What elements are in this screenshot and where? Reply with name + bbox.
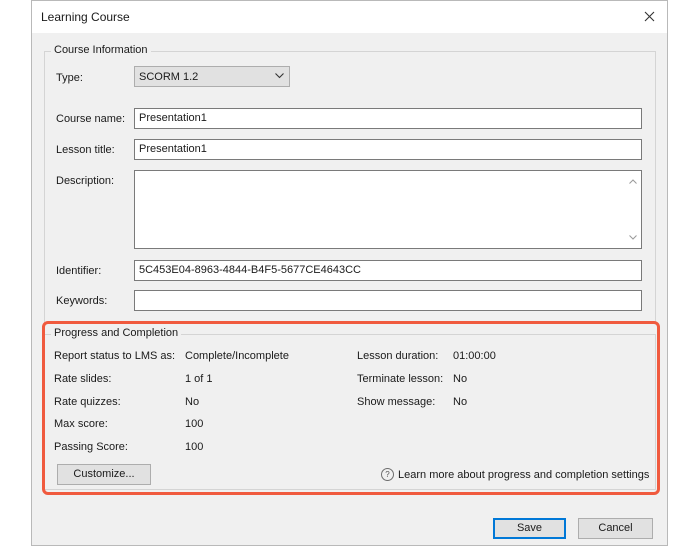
close-button[interactable] — [639, 6, 661, 28]
keywords-input[interactable] — [134, 290, 642, 311]
description-label: Description: — [56, 175, 115, 187]
identifier-label: Identifier: — [56, 265, 102, 277]
learning-course-dialog: Learning Course Course Information Type:… — [31, 0, 668, 546]
close-icon — [644, 11, 655, 22]
title-bar: Learning Course — [32, 1, 667, 33]
progress-highlight-frame — [42, 321, 660, 495]
course-name-label: Course name: — [56, 113, 126, 125]
dialog-title: Learning Course — [41, 10, 130, 24]
course-information-legend: Course Information — [51, 44, 151, 56]
type-label: Type: — [56, 72, 83, 84]
type-select-value: SCORM 1.2 — [139, 71, 199, 83]
lesson-title-label: Lesson title: — [56, 144, 115, 156]
keywords-label: Keywords: — [56, 295, 108, 307]
lesson-title-input[interactable]: Presentation1 — [134, 139, 642, 160]
cancel-button[interactable]: Cancel — [578, 518, 653, 539]
chevron-down-icon — [275, 73, 284, 79]
scroll-up-icon[interactable] — [629, 179, 637, 184]
course-name-input[interactable]: Presentation1 — [134, 108, 642, 129]
scroll-down-icon[interactable] — [629, 235, 637, 240]
type-select[interactable]: SCORM 1.2 — [134, 66, 290, 87]
identifier-input[interactable]: 5C453E04-8963-4844-B4F5-5677CE4643CC — [134, 260, 642, 281]
description-textarea[interactable] — [134, 170, 642, 249]
save-button[interactable]: Save — [493, 518, 566, 539]
